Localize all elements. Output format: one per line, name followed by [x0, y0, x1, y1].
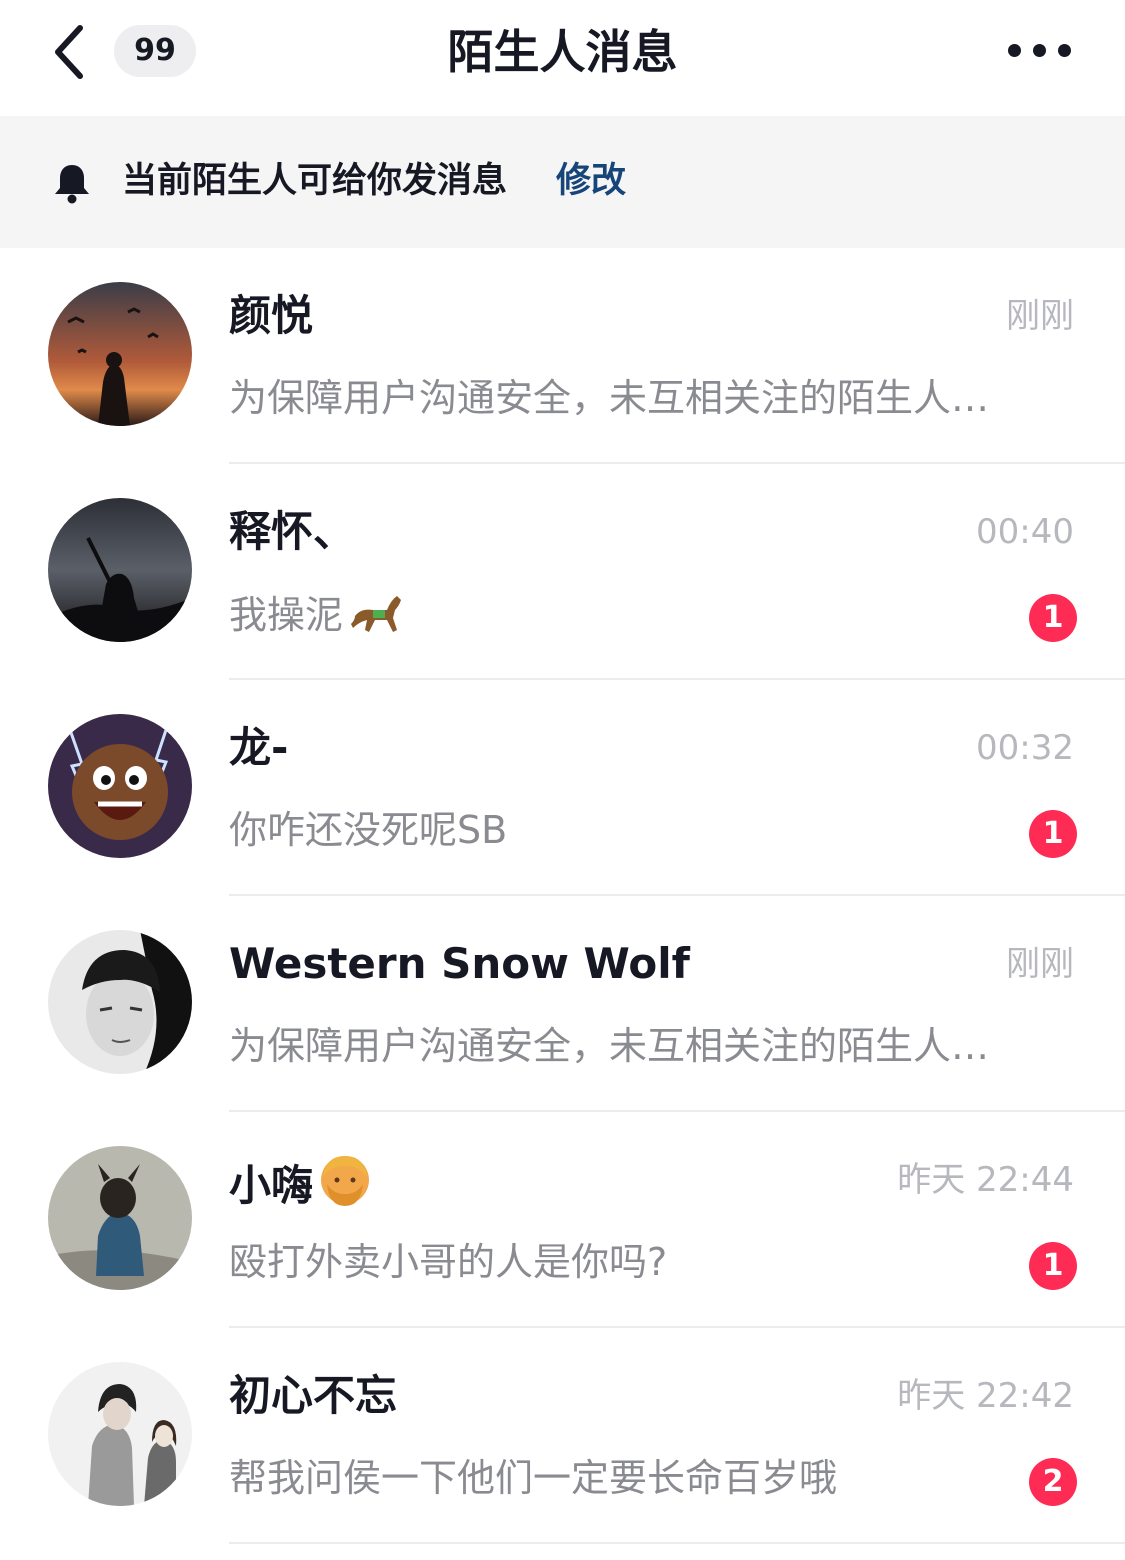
conversation-row[interactable]: 初心不忘 昨天 22:42 帮我问侯一下他们一定要长命百岁哦 2	[0, 1328, 1125, 1544]
contact-name: 初心不忘	[229, 1371, 398, 1420]
man-emoji-icon	[321, 1156, 370, 1206]
modify-link[interactable]: 修改	[556, 156, 626, 206]
contact-name: 释怀、	[229, 507, 356, 556]
row-divider	[229, 1542, 1125, 1544]
message-time: 00:32	[976, 728, 1074, 768]
unread-badge: 2	[1029, 1458, 1077, 1506]
message-preview: 帮我问侯一下他们一定要长命百岁哦	[229, 1456, 838, 1500]
conversation-row[interactable]: 龙- 00:32 你咋还没死呢SB 1	[0, 680, 1125, 896]
contact-name: 小嗨	[229, 1152, 373, 1214]
more-dot	[1058, 44, 1071, 57]
contact-name: 颜悦	[229, 291, 314, 340]
bell-icon	[55, 165, 89, 204]
more-dots-icon	[1008, 44, 1021, 57]
avatar[interactable]	[48, 1362, 192, 1506]
message-preview: 我操泥	[229, 588, 1069, 641]
message-preview: 为保障用户沟通安全，未互相关注的陌生人…	[229, 1024, 990, 1068]
avatar[interactable]	[48, 1146, 192, 1290]
message-time: 00:40	[976, 512, 1074, 552]
unread-badge: 1	[1029, 1242, 1077, 1290]
notice-text: 当前陌生人可给你发消息	[122, 161, 508, 201]
contact-name-text: 小嗨	[229, 1161, 314, 1210]
avatar[interactable]	[48, 282, 192, 426]
preview-text: 我操泥	[229, 593, 344, 637]
message-time: 刚刚	[1006, 296, 1074, 336]
message-time: 昨天 22:44	[897, 1160, 1074, 1200]
more-dot	[1033, 44, 1046, 57]
conversation-row[interactable]: Western Snow Wolf 刚刚 为保障用户沟通安全，未互相关注的陌生人…	[0, 896, 1125, 1112]
message-preview: 殴打外卖小哥的人是你吗?	[229, 1240, 668, 1284]
horse-emoji-icon	[351, 596, 402, 632]
unread-badge: 1	[1029, 594, 1077, 642]
stranger-messages-screen: 99 陌生人消息 当前陌生人可给你发消息 修改 颜悦 刚刚 为保障用户沟通安全，…	[0, 0, 1125, 1560]
message-preview: 为保障用户沟通安全，未互相关注的陌生人…	[229, 376, 990, 420]
nav-bar: 99 陌生人消息	[0, 0, 1125, 116]
unread-badge: 1	[1029, 810, 1077, 858]
message-time: 刚刚	[1006, 944, 1074, 984]
contact-name: 龙-	[229, 723, 289, 772]
conversation-row[interactable]: 释怀、 00:40 我操泥 1	[0, 464, 1125, 680]
avatar[interactable]	[48, 714, 192, 858]
avatar[interactable]	[48, 498, 192, 642]
avatar[interactable]	[48, 930, 192, 1074]
conversation-row[interactable]: 颜悦 刚刚 为保障用户沟通安全，未互相关注的陌生人…	[0, 248, 1125, 464]
message-preview: 你咋还没死呢SB	[229, 808, 508, 852]
more-button[interactable]	[1006, 36, 1074, 66]
message-time: 昨天 22:42	[897, 1376, 1074, 1416]
contact-name: Western Snow Wolf	[229, 939, 690, 988]
conversation-row[interactable]: 小嗨 昨天 22:44 殴打外卖小哥的人是你吗? 1	[0, 1112, 1125, 1328]
page-title: 陌生人消息	[447, 25, 678, 79]
